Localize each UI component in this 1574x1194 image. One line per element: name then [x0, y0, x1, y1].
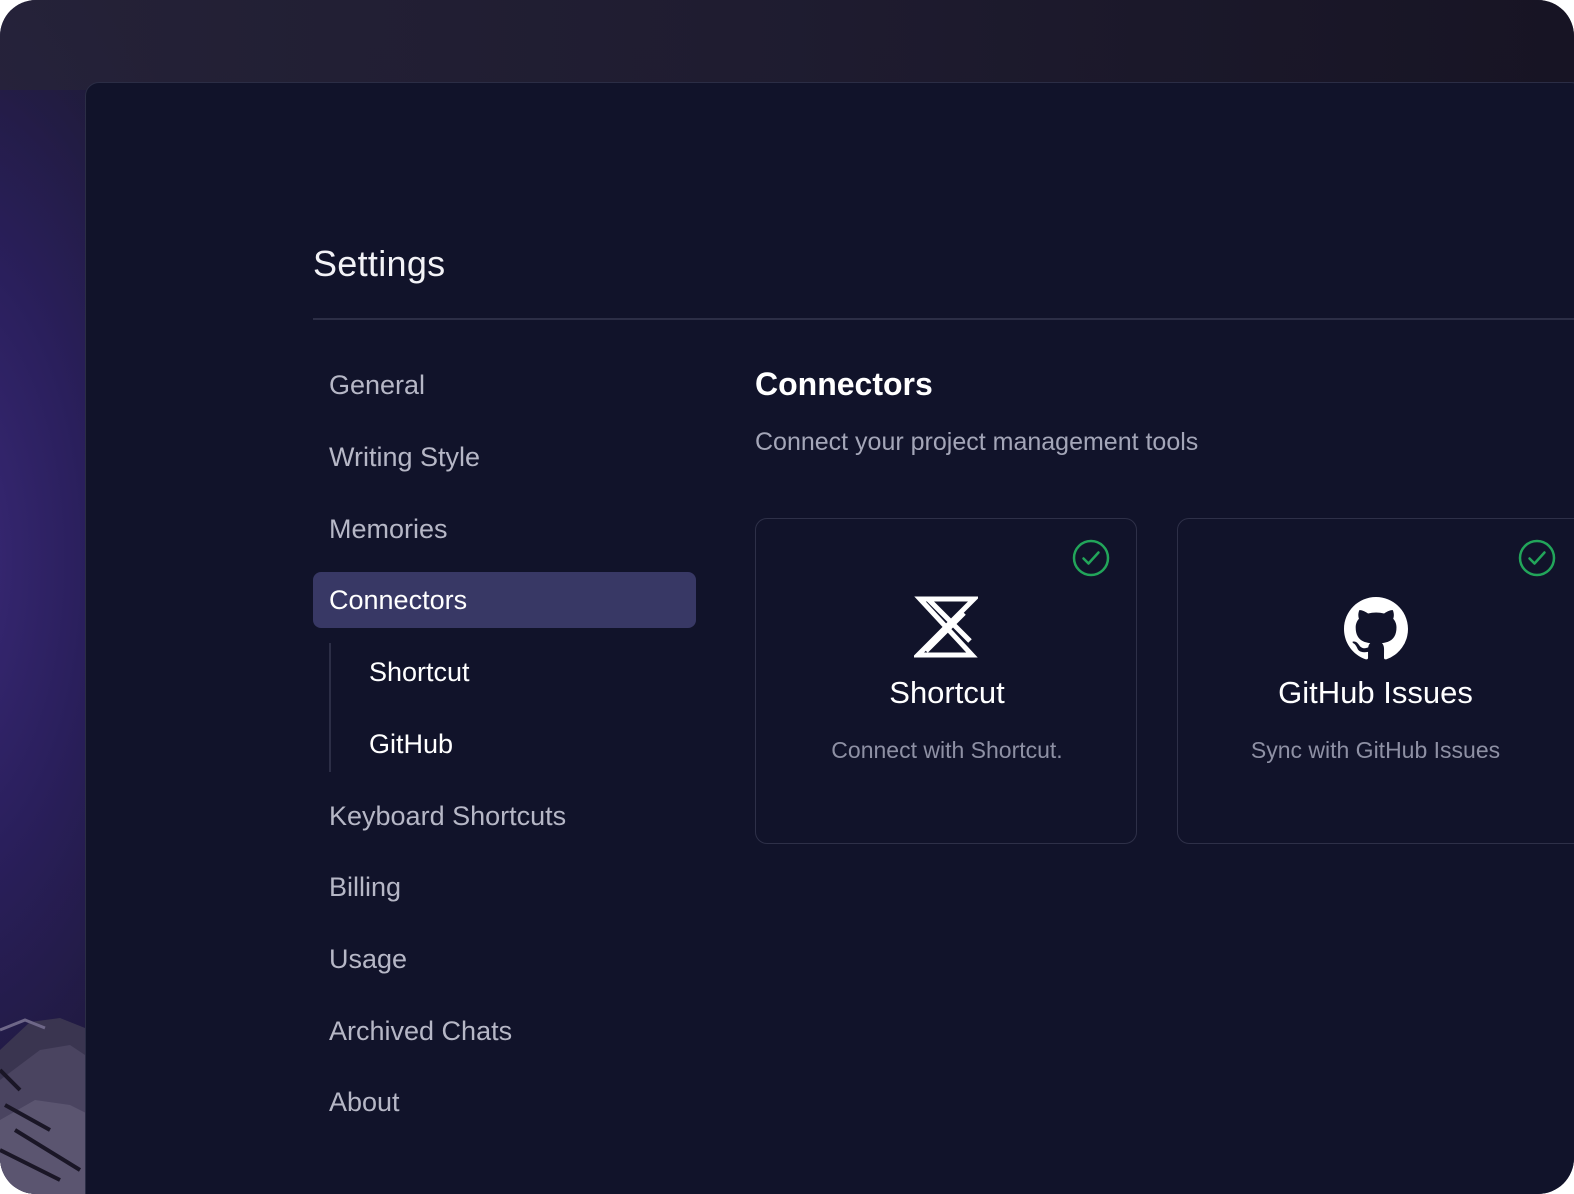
connector-name: GitHub Issues — [1278, 675, 1473, 710]
nav-item-memories[interactable]: Memories — [313, 501, 696, 557]
subnav-rail — [329, 643, 331, 772]
nav-item-about[interactable]: About — [313, 1074, 696, 1130]
page-title: Settings — [313, 243, 446, 284]
nav-item-billing[interactable]: Billing — [313, 859, 696, 915]
connector-card-shortcut[interactable]: Shortcut Connect with Shortcut. — [755, 518, 1137, 844]
connector-card-github-issues[interactable]: GitHub Issues Sync with GitHub Issues — [1177, 518, 1574, 844]
github-logo-icon — [1344, 597, 1408, 660]
connector-description: Sync with GitHub Issues — [1250, 737, 1501, 763]
desktop-background: Settings General Writing Style Memories … — [0, 0, 1574, 1194]
title-divider — [313, 318, 1574, 320]
connected-check-icon — [1072, 539, 1110, 577]
subnav-item-shortcut[interactable]: Shortcut — [369, 644, 470, 700]
nav-item-general[interactable]: General — [313, 357, 696, 413]
nav-item-writing-style[interactable]: Writing Style — [313, 429, 696, 485]
section-subtitle: Connect your project management tools — [755, 428, 1199, 456]
connector-description: Connect with Shortcut. — [831, 737, 1063, 763]
section-title: Connectors — [755, 366, 933, 402]
nav-item-archived-chats[interactable]: Archived Chats — [313, 1003, 696, 1059]
subnav-item-github[interactable]: GitHub — [369, 716, 453, 772]
nav-item-connectors[interactable]: Connectors — [313, 572, 696, 628]
nav-item-keyboard-shortcuts[interactable]: Keyboard Shortcuts — [313, 788, 696, 844]
shortcut-logo-icon — [914, 596, 978, 658]
nav-item-usage[interactable]: Usage — [313, 931, 696, 987]
connector-name: Shortcut — [889, 675, 1005, 710]
connected-check-icon — [1518, 539, 1556, 577]
